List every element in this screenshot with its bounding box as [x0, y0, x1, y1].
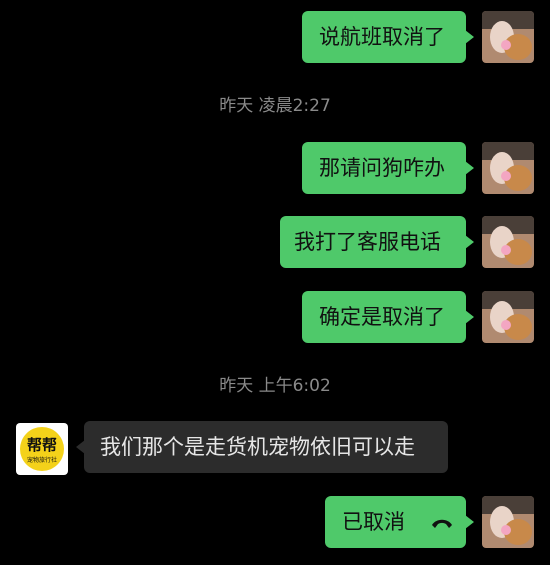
message-text: 已取消 — [342, 510, 405, 534]
user-avatar[interactable] — [482, 142, 534, 194]
shop-logo-text: 帮帮 — [26, 436, 57, 454]
message-text: 我们那个是走货机宠物依旧可以走 — [100, 435, 415, 459]
timestamp: 昨天 上午6:02 — [219, 376, 331, 396]
message-text: 确定是取消了 — [319, 305, 445, 329]
phone-hangup-icon — [430, 497, 454, 549]
user-avatar[interactable] — [482, 216, 534, 268]
user-avatar[interactable] — [482, 496, 534, 548]
outgoing-message[interactable]: 说航班取消了 — [302, 11, 474, 63]
outgoing-message[interactable]: 我打了客服电话 — [280, 216, 474, 268]
incoming-message[interactable]: 我们那个是走货机宠物依旧可以走 — [76, 421, 448, 473]
user-avatar[interactable] — [482, 11, 534, 63]
user-avatar[interactable] — [482, 291, 534, 343]
timestamp: 昨天 凌晨2:27 — [219, 96, 331, 116]
contact-avatar[interactable]: 帮帮 宠物旅行社 — [16, 423, 68, 475]
outgoing-message[interactable]: 那请问狗咋办 — [302, 142, 474, 194]
call-record-message[interactable]: 已取消 — [325, 496, 474, 549]
message-text: 说航班取消了 — [319, 25, 445, 49]
shop-logo-subtext: 宠物旅行社 — [26, 457, 57, 464]
outgoing-message[interactable]: 确定是取消了 — [302, 291, 474, 343]
message-text: 那请问狗咋办 — [319, 156, 445, 180]
shop-logo: 帮帮 宠物旅行社 — [20, 427, 64, 471]
message-text: 我打了客服电话 — [294, 230, 441, 254]
